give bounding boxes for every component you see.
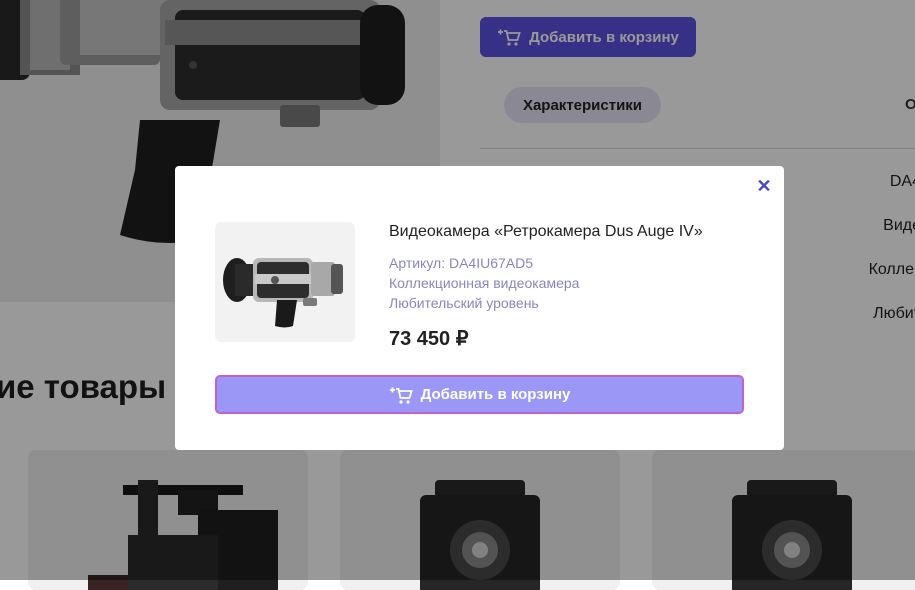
close-icon[interactable]: ✕ [756, 177, 772, 195]
cart-plus-icon [389, 387, 413, 404]
product-price: 73 450 ₽ [389, 328, 469, 350]
product-category: Коллекционная видеокамера [389, 275, 580, 291]
product-thumbnail [215, 222, 355, 342]
product-article: Артикул: DA4IU67AD5 [389, 255, 534, 271]
product-level: Любительский уровень [389, 295, 539, 311]
product-title: Видеокамера «Ретрокамера Dus Auge IV» [389, 223, 703, 240]
modal-add-to-cart-button[interactable]: Добавить в корзину [215, 375, 744, 414]
add-to-cart-label: Добавить в корзину [420, 386, 571, 403]
add-to-cart-modal: ✕ Видеокамера «Ретрокамера Dus Auge IV» … [175, 166, 784, 450]
